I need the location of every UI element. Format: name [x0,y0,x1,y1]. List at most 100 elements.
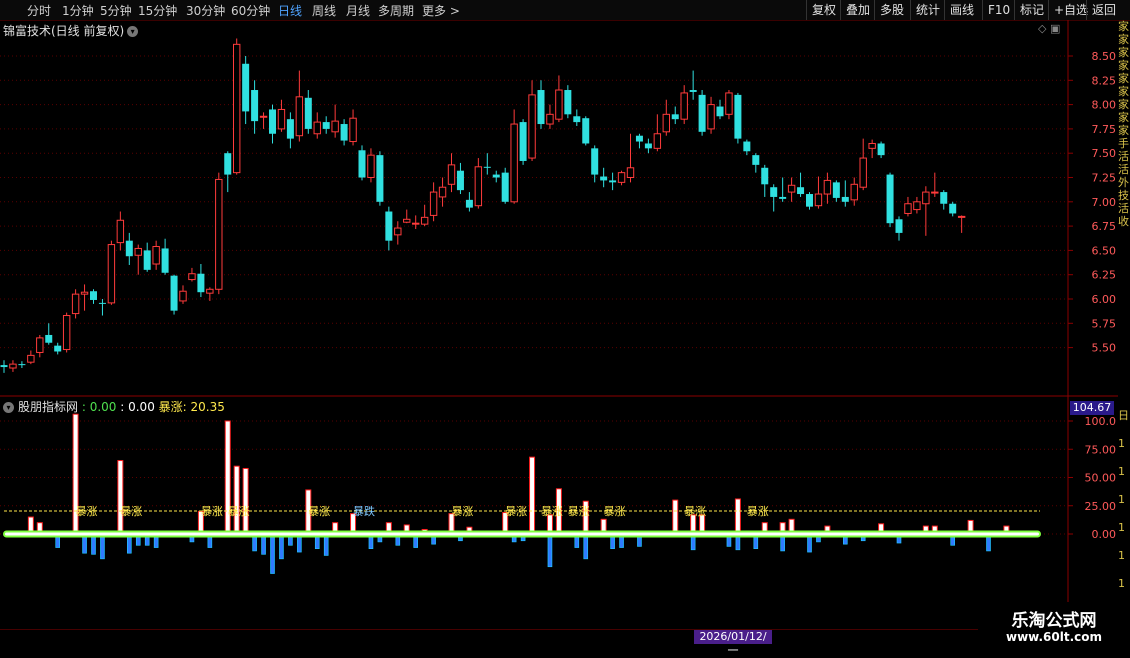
period-tab-3[interactable]: 15分钟 [138,2,177,19]
kline-chart[interactable]: 8.50 8.25 8.00 7.75 7.50 7.25 7.00 6.75 6.50 6.25… [0,20,1118,630]
candle-body-up [188,273,196,281]
rise-bar [242,467,249,535]
candle-body-up [71,293,80,315]
candle-body-up [412,222,420,225]
price-tick-label: 8.50 [1092,50,1117,63]
candle-body-down [304,97,312,129]
candle-body-up [868,142,876,149]
signal-label: 暴涨 [604,505,626,518]
candle-body-down [197,273,205,293]
period-tab-4[interactable]: 30分钟 [186,2,225,19]
candle-body-up [295,96,304,137]
watermark-url: www.60lt.com [1005,630,1103,644]
candle-body-down [895,219,903,233]
candle-body-down [519,122,527,161]
price-tick-label: 5.75 [1092,317,1117,330]
price-tick-label: 7.75 [1092,123,1117,136]
fall-bar [270,533,275,574]
candle-body-up [116,219,125,244]
signal-label: 暴涨 [120,505,142,518]
period-tab-10[interactable]: 更多 > [422,2,460,19]
candle-body-up [787,184,796,193]
toolbar-button-5[interactable]: F10 [982,0,1015,20]
right-strip: 家家家家家家家家家手活活外技活收日11111111 [1118,20,1130,630]
candle-body-down [689,90,697,92]
toolbar-button-2[interactable]: 多股 [874,0,909,20]
candle-body-up [859,157,867,188]
candle-body-down [940,192,948,204]
candle-body-down [465,199,473,208]
period-tab-9[interactable]: 多周期 [378,2,414,19]
candle-body-down [949,203,957,214]
candle-body-down [752,155,760,165]
toolbar-button-3[interactable]: 统计 [910,0,945,20]
price-tick-label: 6.75 [1092,220,1117,233]
candle-body-up [349,117,357,143]
candle-body-up [179,290,187,302]
rise-bar [672,499,679,535]
candle-body-down [582,118,590,144]
signal-label: 暴涨 [76,505,98,518]
candle-body-down [716,106,724,117]
price-tick-label: 7.00 [1092,196,1117,209]
price-tick-label: 8.25 [1092,74,1117,87]
candle-body-down [340,124,348,141]
candle-body-up [80,291,89,295]
signal-label: 暴涨 [201,505,223,518]
toolbar-button-6[interactable]: 标记 [1014,0,1049,20]
candle-body-down [18,364,26,366]
rise-bar [233,465,240,535]
candle-body-down [635,135,643,142]
period-tab-1[interactable]: 1分钟 [62,2,94,19]
period-tab-6[interactable]: 日线 [278,2,302,19]
candle-body-up [27,354,35,363]
cursor-date-label: 2026/01/12/一 [694,630,772,657]
candle-body-up [680,92,688,120]
candle-body-down [644,143,652,149]
candle-body-up [367,154,375,178]
candle-body-up [662,113,670,133]
candle-body-up [403,218,411,223]
toolbar-button-0[interactable]: 复权 [806,0,841,20]
toolbar-button-8[interactable]: 返回 [1086,0,1121,20]
toolbar-button-4[interactable]: 画线 [944,0,979,20]
period-tab-2[interactable]: 5分钟 [100,2,132,19]
candle-body-up [528,94,536,159]
candle-body-up [823,179,832,195]
zero-line [3,530,1041,538]
candle-body-up [850,183,858,201]
signal-label: 暴涨 [568,505,590,518]
candle-body-up [36,337,44,353]
signal-label: 暴涨 [228,505,250,518]
candle-body-down [841,196,849,202]
signal-label: 暴涨 [505,505,527,518]
candle-body-up [259,115,268,118]
rise-bar [117,460,124,535]
signal-label: 暴涨 [747,505,769,518]
candle-body-down [286,119,294,139]
candle-body-down [98,302,106,304]
watermark: 乐淘公式网 www.60lt.com [978,602,1130,650]
signal-label: 暴涨 [684,505,706,518]
candle-body-down [734,94,742,139]
candle-body-up [904,203,912,214]
candle-body-up [725,92,733,115]
toolbar-button-1[interactable]: 叠加 [840,0,875,20]
candle-body-down [269,109,276,134]
candle-body-down [797,187,805,195]
candle-body-up [555,89,563,120]
period-tab-0[interactable]: 分时 [27,2,51,19]
period-tab-8[interactable]: 月线 [346,2,370,19]
candle-body-down [242,63,250,112]
candle-body-up [913,201,921,211]
period-tab-5[interactable]: 60分钟 [231,2,270,19]
candle-body-down [761,167,769,185]
candle-body-down [671,114,679,120]
candle-body-down [161,248,169,273]
candle-body-up [313,121,321,135]
price-tick-label: 7.25 [1092,172,1117,185]
period-tab-7[interactable]: 周线 [312,2,336,19]
candle-body-up [107,244,116,304]
candle-body-up [922,191,930,205]
rise-bar [529,456,536,535]
